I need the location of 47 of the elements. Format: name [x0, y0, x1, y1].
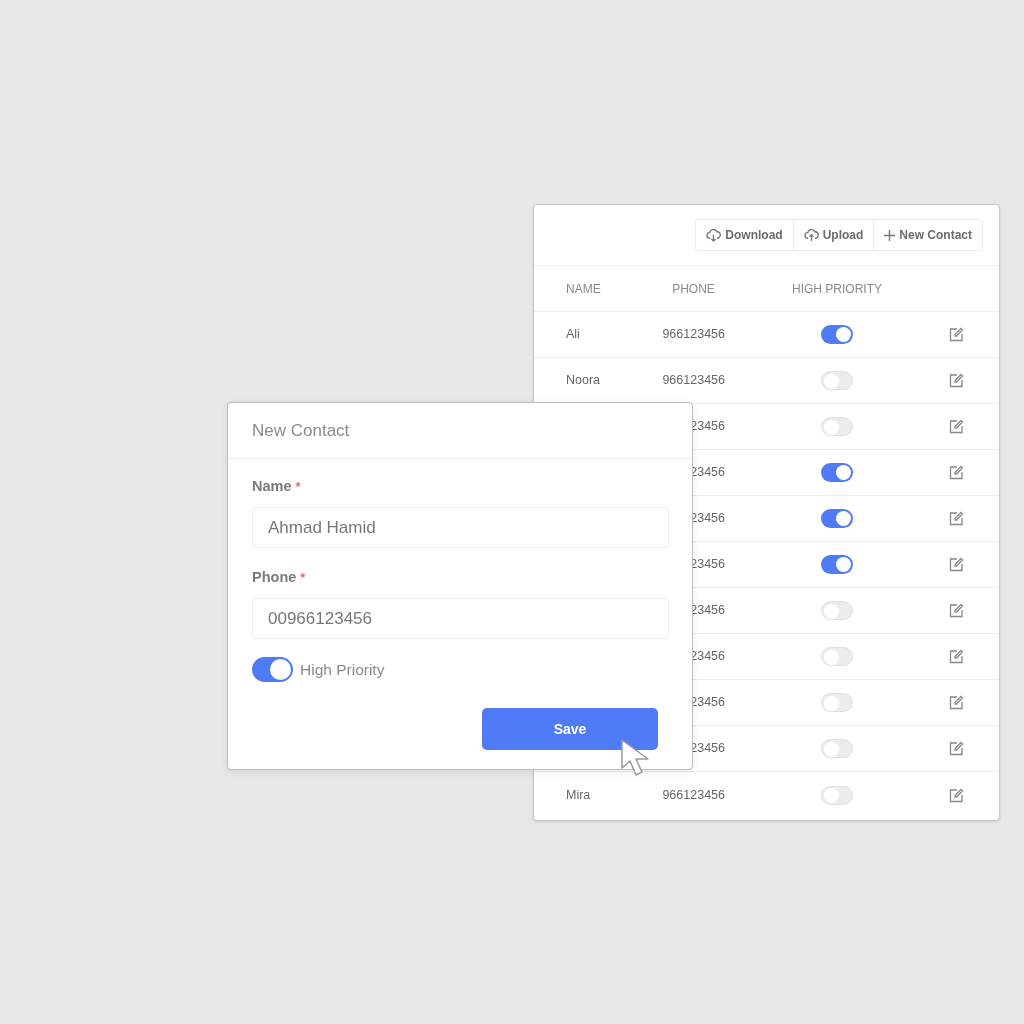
phone-number: 966123456 — [662, 326, 725, 344]
edit-icon[interactable] — [949, 373, 964, 388]
column-header: HIGH PRIORITY — [792, 281, 882, 296]
cloud-upload-icon — [803, 228, 819, 242]
toggle-switch[interactable] — [821, 371, 853, 390]
contact-name: Mira — [566, 787, 591, 802]
phone-number: 966123456 — [662, 372, 725, 390]
required-mark: * — [295, 478, 301, 497]
toggle-switch[interactable] — [821, 417, 853, 436]
plus-icon — [884, 229, 896, 241]
edit-icon[interactable] — [949, 465, 964, 480]
toggle-switch[interactable] — [821, 785, 853, 805]
toggle-switch[interactable] — [821, 739, 853, 758]
edit-icon[interactable] — [949, 695, 964, 710]
contact-name: Noora — [566, 373, 601, 388]
toggle-switch[interactable] — [821, 463, 853, 482]
edit-icon[interactable] — [949, 787, 964, 803]
text-field[interactable]: Ahmad Hamid — [252, 507, 669, 548]
field-label: Phone — [252, 568, 297, 588]
edit-icon[interactable] — [949, 419, 964, 434]
required-mark: * — [300, 569, 306, 588]
edit-icon[interactable] — [949, 741, 964, 756]
toggle-switch[interactable] — [821, 693, 853, 712]
add-button[interactable]: New Contact — [873, 220, 982, 250]
edit-icon[interactable] — [949, 557, 964, 572]
edit-icon[interactable] — [949, 511, 964, 526]
dialog-title: New Contact — [252, 419, 350, 442]
edit-icon[interactable] — [949, 649, 964, 664]
toggle-switch[interactable] — [821, 325, 853, 344]
toggle-label: High Priority — [300, 659, 385, 680]
column-header: NAME — [566, 281, 601, 296]
phone-number: 966123456 — [662, 786, 725, 804]
text-field[interactable]: 00966123456 — [252, 598, 669, 639]
cloud-download-icon — [706, 228, 722, 242]
field-label: Name — [252, 477, 292, 497]
toggle-switch[interactable] — [821, 509, 853, 528]
contact-name: Ali — [566, 327, 580, 342]
toggle-switch[interactable] — [821, 647, 853, 666]
edit-icon[interactable] — [949, 327, 964, 342]
save-button[interactable]: Save — [482, 708, 658, 750]
toggle-switch[interactable] — [821, 601, 853, 620]
upload-button[interactable]: Upload — [792, 220, 874, 250]
edit-icon[interactable] — [949, 603, 964, 618]
column-header: PHONE — [672, 281, 715, 296]
toggle-switch[interactable] — [821, 555, 853, 574]
toggle-switch[interactable] — [252, 657, 293, 682]
download-button[interactable]: Download — [696, 220, 793, 250]
